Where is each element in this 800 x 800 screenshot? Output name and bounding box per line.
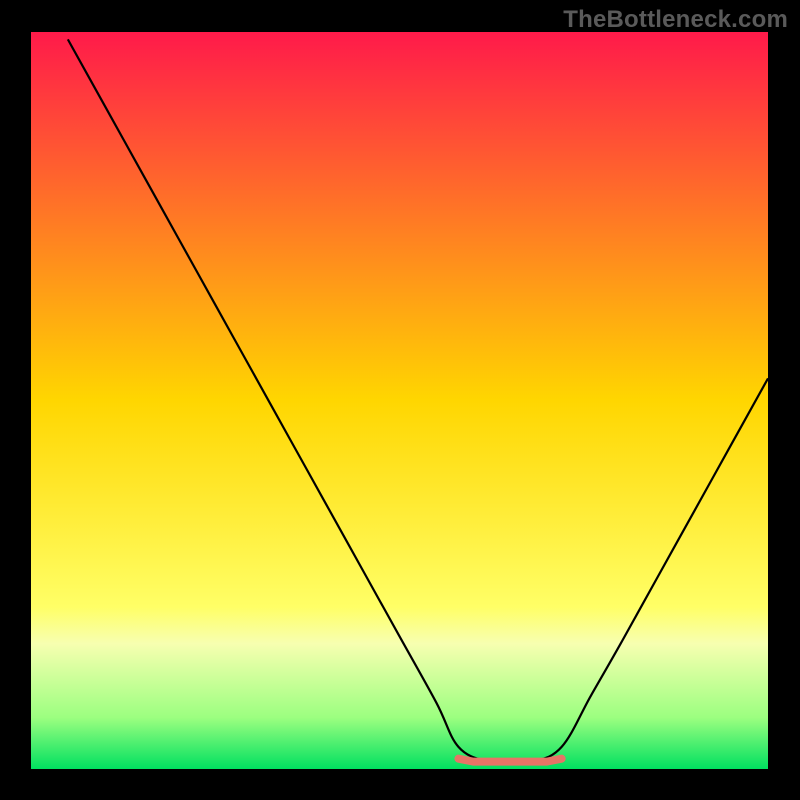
chart-plot-area [31,32,768,769]
watermark-text: TheBottleneck.com [563,6,788,34]
optimal-range-marker [458,759,561,762]
bottleneck-chart [0,0,800,800]
